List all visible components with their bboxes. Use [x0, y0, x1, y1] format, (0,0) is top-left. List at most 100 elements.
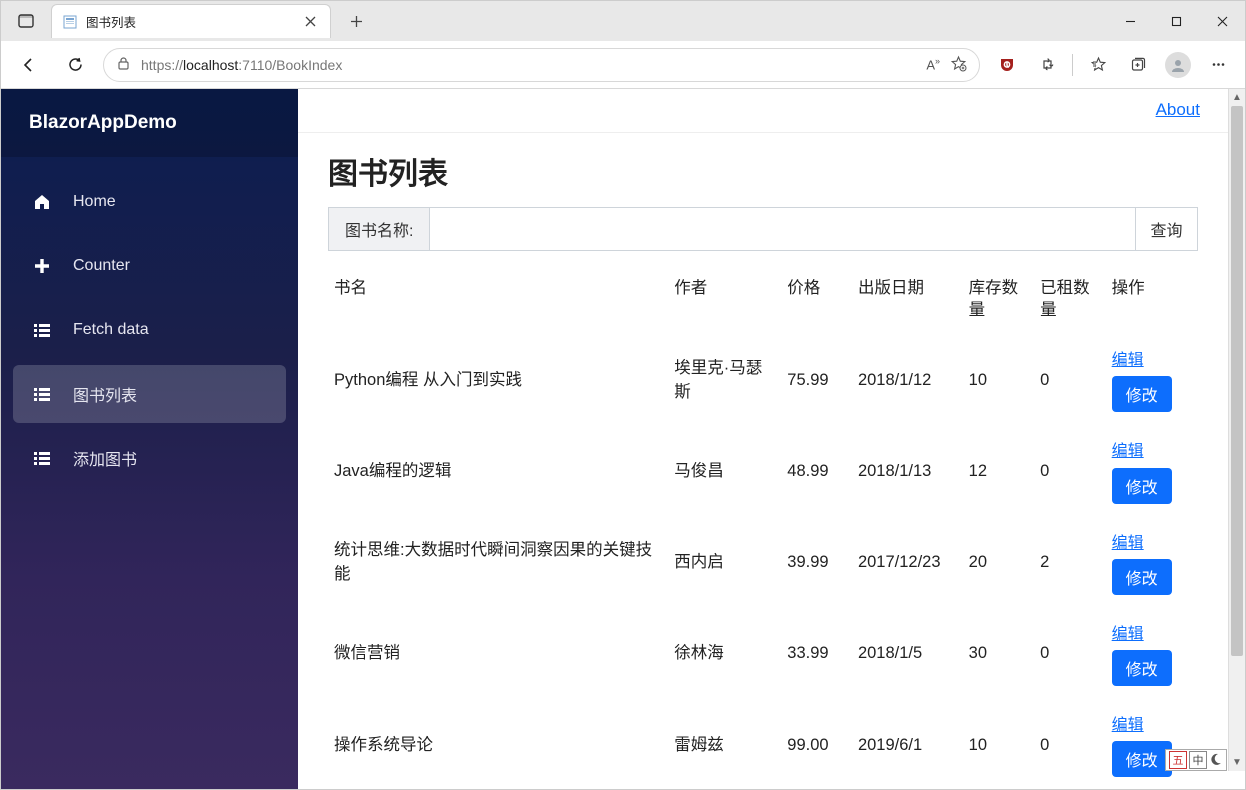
cell-rented: 0: [1034, 700, 1106, 789]
new-tab-button[interactable]: [341, 6, 371, 36]
edit-link[interactable]: 编辑: [1112, 532, 1144, 555]
cell-title: 微信营销: [328, 609, 668, 700]
search-bar: 图书名称: 查询: [328, 207, 1198, 251]
table-header: 操作: [1106, 269, 1198, 336]
cell-stock: 10: [963, 335, 1035, 426]
extensions-icon[interactable]: [1030, 48, 1064, 82]
profile-avatar[interactable]: [1161, 48, 1195, 82]
scroll-down-arrow[interactable]: ▼: [1229, 754, 1245, 771]
cell-price: 33.99: [781, 609, 852, 700]
cell-stock: 10: [963, 700, 1035, 789]
sidebar-item-label: Fetch data: [73, 321, 149, 339]
sidebar-item-4[interactable]: 添加图书: [13, 429, 286, 487]
refresh-button[interactable]: [57, 47, 93, 83]
table-row: Python编程 从入门到实践埃里克·马瑟斯75.992018/1/12100编…: [328, 335, 1198, 426]
modify-button[interactable]: 修改: [1112, 741, 1172, 777]
brand-title[interactable]: BlazorAppDemo: [1, 89, 298, 157]
close-window-button[interactable]: [1199, 5, 1245, 37]
cell-price: 99.00: [781, 700, 852, 789]
plus-icon: [31, 255, 53, 277]
modify-button[interactable]: 修改: [1112, 650, 1172, 686]
titlebar: 图书列表: [1, 1, 1245, 41]
sidebar-item-3[interactable]: 图书列表: [13, 365, 286, 423]
cell-date: 2018/1/12: [852, 335, 963, 426]
sidebar-item-0[interactable]: Home: [13, 173, 286, 231]
browser-tab[interactable]: 图书列表: [51, 4, 331, 38]
cell-title: 统计思维:大数据时代瞬间洞察因果的关键技能: [328, 518, 668, 609]
table-header: 书名: [328, 269, 668, 336]
collections-icon[interactable]: [1121, 48, 1155, 82]
ime-mode-a: 五: [1169, 751, 1187, 769]
cell-author: 雷姆兹: [668, 700, 781, 789]
cell-author: 西内启: [668, 518, 781, 609]
main-header: About: [298, 89, 1228, 133]
home-icon: [31, 191, 53, 213]
favorite-icon[interactable]: [950, 55, 967, 75]
search-label: 图书名称:: [329, 208, 430, 250]
table-row: 微信营销徐林海33.992018/1/5300编辑修改: [328, 609, 1198, 700]
read-aloud-icon[interactable]: A»: [926, 56, 940, 72]
cell-price: 75.99: [781, 335, 852, 426]
sidebar-item-label: Home: [73, 193, 116, 211]
url-text: https://localhost:7110/BookIndex: [141, 57, 916, 73]
site-lock-icon: [116, 56, 131, 74]
cell-stock: 20: [963, 518, 1035, 609]
list-icon: [31, 319, 53, 341]
tab-overview-button[interactable]: [9, 4, 43, 38]
url-field[interactable]: https://localhost:7110/BookIndex A»: [103, 48, 980, 82]
search-button[interactable]: 查询: [1135, 208, 1197, 250]
cell-title: Java编程的逻辑: [328, 426, 668, 517]
table-header: 价格: [781, 269, 852, 336]
sidebar-item-label: 图书列表: [73, 382, 137, 406]
sidebar-item-label: Counter: [73, 257, 130, 275]
cell-rented: 0: [1034, 609, 1106, 700]
ublock-icon[interactable]: [990, 48, 1024, 82]
favicon-icon: [62, 14, 78, 30]
ime-indicator[interactable]: 五 中: [1165, 749, 1227, 771]
scroll-up-arrow[interactable]: ▲: [1229, 89, 1245, 106]
tab-close-button[interactable]: [300, 12, 320, 32]
sidebar-item-label: 添加图书: [73, 446, 137, 470]
edit-link[interactable]: 编辑: [1112, 714, 1144, 737]
sidebar-item-2[interactable]: Fetch data: [13, 301, 286, 359]
main-area: About 图书列表 图书名称: 查询 书名作者价格出版日期库存数量已租数量操作…: [298, 89, 1228, 789]
ime-moon-icon: [1209, 752, 1223, 769]
ime-mode-b: 中: [1189, 751, 1207, 769]
edit-link[interactable]: 编辑: [1112, 623, 1144, 646]
minimize-button[interactable]: [1107, 5, 1153, 37]
sidebar-item-1[interactable]: Counter: [13, 237, 286, 295]
cell-author: 埃里克·马瑟斯: [668, 335, 781, 426]
favorites-bar-icon[interactable]: [1081, 48, 1115, 82]
window-controls: [1107, 1, 1245, 41]
book-table: 书名作者价格出版日期库存数量已租数量操作 Python编程 从入门到实践埃里克·…: [328, 269, 1198, 789]
about-link[interactable]: About: [1156, 100, 1200, 120]
vertical-scrollbar[interactable]: ▲ ▼: [1228, 89, 1245, 771]
back-button[interactable]: [11, 47, 47, 83]
maximize-button[interactable]: [1153, 5, 1199, 37]
cell-rented: 0: [1034, 426, 1106, 517]
edit-link[interactable]: 编辑: [1112, 349, 1144, 372]
cell-stock: 12: [963, 426, 1035, 517]
search-input[interactable]: [430, 208, 1135, 250]
cell-author: 徐林海: [668, 609, 781, 700]
cell-rented: 0: [1034, 335, 1106, 426]
table-row: 操作系统导论雷姆兹99.002019/6/1100 编辑修改: [328, 700, 1198, 789]
cell-price: 48.99: [781, 426, 852, 517]
scroll-thumb[interactable]: [1231, 106, 1243, 656]
modify-button[interactable]: 修改: [1112, 559, 1172, 595]
modify-button[interactable]: 修改: [1112, 468, 1172, 504]
table-header: 作者: [668, 269, 781, 336]
table-row: 统计思维:大数据时代瞬间洞察因果的关键技能西内启39.992017/12/232…: [328, 518, 1198, 609]
nav-list: Home Counter Fetch data 图书列表添加图书: [1, 157, 298, 503]
cell-stock: 30: [963, 609, 1035, 700]
cell-date: 2017/12/23: [852, 518, 963, 609]
tab-title: 图书列表: [86, 12, 292, 31]
more-menu-button[interactable]: [1201, 48, 1235, 82]
list-icon: [31, 383, 53, 405]
modify-button[interactable]: 修改: [1112, 376, 1172, 412]
table-header: 已租数量: [1034, 269, 1106, 336]
edit-link[interactable]: 编辑: [1112, 440, 1144, 463]
cell-title: Python编程 从入门到实践: [328, 335, 668, 426]
cell-date: 2019/6/1: [852, 700, 963, 789]
cell-title: 操作系统导论: [328, 700, 668, 789]
